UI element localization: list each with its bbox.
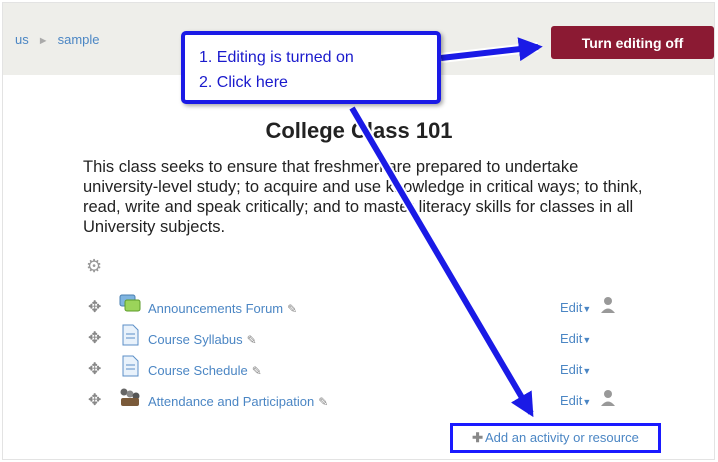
instruction-callout: 1. Editing is turned on 2. Click here <box>181 31 441 104</box>
arrow-to-add-activity <box>349 106 534 418</box>
callout-line-1: 1. Editing is turned on <box>199 49 354 66</box>
callout-line-2: 2. Click here <box>199 74 288 91</box>
